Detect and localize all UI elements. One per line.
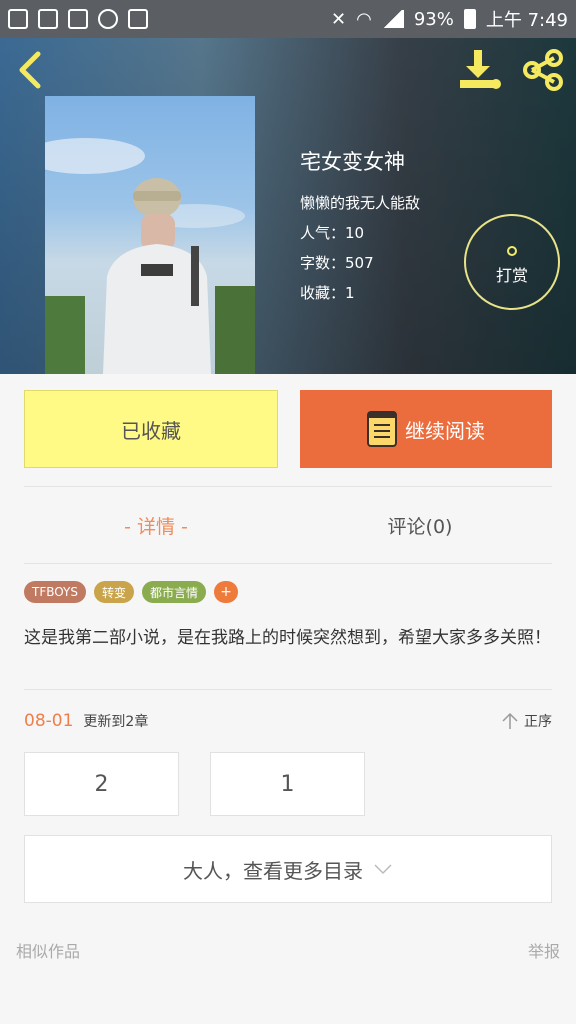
signal-icon [381,10,404,28]
back-button[interactable] [14,50,50,90]
book-icon [367,411,397,447]
tag-tfboys[interactable]: TFBOYS [24,581,86,603]
divider [24,689,552,690]
tip-label: 打赏 [495,266,528,285]
book-author: 懒懒的我无人能敌 [300,194,421,212]
tab-comments[interactable]: 评论(0) [288,488,552,562]
coin-icon [507,246,517,256]
chapter-item[interactable]: 2 [24,752,179,816]
mute-icon: ✕ [331,8,347,30]
info-notification-icon [98,9,118,29]
continue-reading-button[interactable]: 继续阅读 [300,390,552,468]
book-header: 宅女变女神 懒懒的我无人能敌 人气：10 字数：507 收藏：1 打赏 [0,38,576,374]
chapter-item[interactable]: 1 [210,752,365,816]
divider [24,486,552,487]
wifi-icon: ◠ [356,8,372,30]
book-word-count: 字数：507 [300,254,374,272]
chevron-left-icon [19,51,41,89]
tag-transformation[interactable]: 转变 [94,581,135,603]
favorited-label: 已收藏 [121,418,181,443]
tag-urban-romance[interactable]: 都市言情 [142,581,207,603]
tip-button[interactable]: 打赏 [464,214,560,310]
divider [24,563,552,564]
add-tag-button[interactable]: + [214,581,239,603]
update-date: 08-01 [24,711,74,731]
sort-toggle[interactable]: 正序 [502,711,552,731]
tab-details[interactable]: - 详情 - [24,488,288,562]
share-button[interactable] [520,48,566,92]
book-title: 宅女变女神 [300,150,405,174]
image-notification-icon [38,9,58,29]
battery-saver-icon [68,9,88,29]
favorited-button[interactable]: 已收藏 [24,390,278,468]
update-row: 08-01 更新到2章 正序 [24,706,552,736]
download-button[interactable] [456,48,504,92]
battery-percent: 93% [413,8,454,30]
more-catalog-button[interactable]: 大人，查看更多目录 [24,835,552,903]
app-notification-icon [8,9,28,29]
download-icon [460,50,501,89]
cover-illustration [45,138,255,374]
tag-list: TFBOYS 转变 都市言情 + [24,581,239,603]
more-catalog-label: 大人，查看更多目录 [183,858,363,883]
book-popularity: 人气：10 [300,224,365,242]
book-description: 这是我第二部小说，是在我路上的时候突然想到，希望大家多多关照！ [24,628,551,648]
report-button[interactable]: 举报 [528,938,560,962]
screenshot-notification-icon [128,9,148,29]
tab-bar: - 详情 - 评论(0) [24,488,552,562]
book-favorites: 收藏：1 [300,284,355,302]
clock: 上午 7:49 [485,10,568,31]
arrow-up-icon [502,712,518,729]
chevron-down-icon [374,864,392,875]
sort-label: 正序 [524,714,552,730]
book-info: 宅女变女神 懒懒的我无人能敌 人气：10 字数：507 收藏：1 [300,146,420,308]
share-icon [523,49,563,91]
battery-icon [463,9,476,29]
continue-reading-label: 继续阅读 [405,418,485,443]
book-cover [45,96,255,374]
similar-works-label: 相似作品 [16,942,81,961]
update-text: 更新到2章 [83,714,149,730]
status-bar: ✕ ◠ 93% 上午 7:49 [0,0,576,38]
